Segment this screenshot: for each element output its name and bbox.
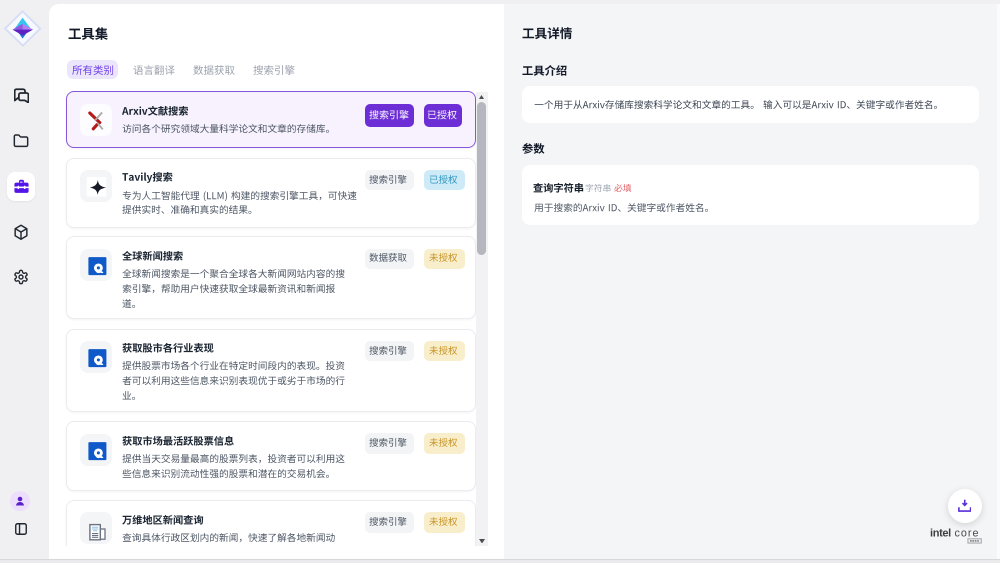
svg-text:intel: intel	[930, 528, 951, 540]
svg-text:core: core	[955, 528, 980, 540]
